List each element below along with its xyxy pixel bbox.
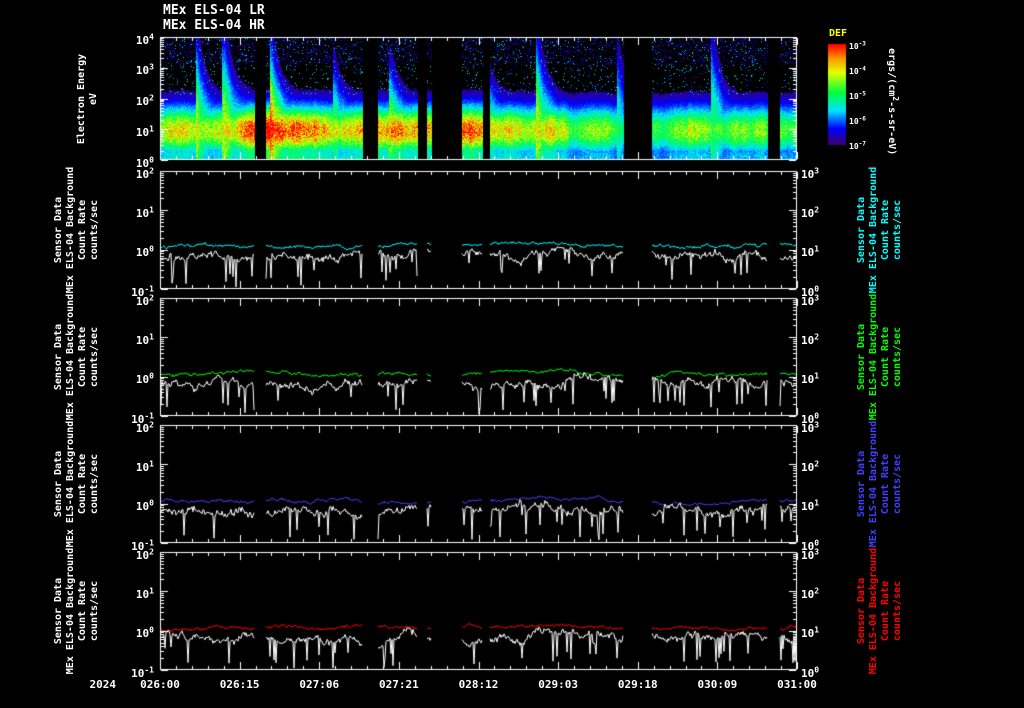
axis-label-line: Sensor Data xyxy=(53,577,64,645)
axis-label-line: MEx ELS-04 Background xyxy=(65,293,76,421)
labels-overlay: MEx ELS-04 LR MEx ELS-04 HR 2024 DEF erg… xyxy=(0,0,1024,708)
axis-label-line: Sensor Data xyxy=(53,450,64,518)
plot-window: MEx ELS-04 LR MEx ELS-04 HR 2024 DEF erg… xyxy=(0,0,1024,708)
spectrogram-y-axis-label: Electron Energy eV xyxy=(76,34,100,164)
axis-label-line: Sensor Data xyxy=(856,450,867,518)
panel-right-axis-label: Sensor Data MEx ELS-04 Background Count Ra… xyxy=(856,165,904,295)
axis-label-line: MEx ELS-04 Background xyxy=(65,420,76,548)
panel-y-tick-label-right: 102 xyxy=(801,205,820,220)
panel-y-tick-label-right: 103 xyxy=(801,293,820,308)
axis-label-line: Electron Energy xyxy=(76,53,87,144)
axis-label-line: Sensor Data xyxy=(856,577,867,645)
colorbar-tick-label: 10-3 xyxy=(849,40,866,51)
panel-y-tick-label-right: 101 xyxy=(801,498,820,514)
panel-right-axis-label: Sensor Data MEx ELS-04 Background Count Ra… xyxy=(856,419,904,549)
axis-label-line: counts/sec xyxy=(89,453,100,515)
panel-left-axis-label: Sensor Data MEx ELS-04 Background Count Ra… xyxy=(53,546,101,676)
spectrogram-y-tick-label: 102 xyxy=(135,93,154,109)
panel-y-tick-label-left: 100 xyxy=(135,371,154,387)
axis-label-line: MEx ELS-04 Background xyxy=(868,166,879,294)
colorbar-tick-label: 10-4 xyxy=(849,65,866,76)
axis-label-line: counts/sec xyxy=(89,326,100,388)
axis-label-line: Count Rate xyxy=(77,580,88,642)
panel-y-tick-label-left: 100 xyxy=(135,625,154,641)
axis-label-line: Count Rate xyxy=(880,326,891,388)
x-axis-tick-label: 028:12 xyxy=(458,678,499,691)
panel-y-tick-label-left: 102 xyxy=(135,547,154,562)
panel-y-tick-label-right: 101 xyxy=(801,625,820,641)
panel-y-tick-label-right: 102 xyxy=(801,332,820,347)
x-axis-tick-label: 029:03 xyxy=(538,678,578,691)
axis-label-line: counts/sec xyxy=(892,326,903,388)
axis-label-line: MEx ELS-04 Background xyxy=(868,547,879,675)
panel-y-tick-label-left: 100 xyxy=(135,498,154,514)
axis-label-line: Sensor Data xyxy=(856,196,867,264)
x-axis-tick-label: 027:21 xyxy=(379,678,419,691)
panel-y-tick-label-left: 100 xyxy=(135,244,154,260)
panel-y-tick-label-right: 101 xyxy=(801,371,820,387)
colorbar-tick-label: 10-7 xyxy=(849,140,866,151)
axis-label-line: MEx ELS-04 Background xyxy=(65,547,76,675)
axis-label-line: eV xyxy=(88,92,99,105)
panel-y-tick-label-left: 101 xyxy=(135,586,154,601)
x-axis-tick-label: 026:15 xyxy=(219,678,260,691)
axis-label-line: counts/sec xyxy=(892,580,903,642)
x-axis-tick-label: 029:18 xyxy=(617,678,658,691)
axis-label-line: Sensor Data xyxy=(856,323,867,391)
axis-label-line: MEx ELS-04 Background xyxy=(65,166,76,294)
x-axis-tick-label: 030:09 xyxy=(697,678,738,691)
axis-label-line: Count Rate xyxy=(880,453,891,515)
x-axis-tick-label: 027:06 xyxy=(299,678,340,691)
panel-y-tick-label-left: 101 xyxy=(135,459,154,474)
axis-label-line: Sensor Data xyxy=(53,323,64,391)
plot-title-lr: MEx ELS-04 LR xyxy=(163,3,265,18)
panel-y-tick-label-right: 103 xyxy=(801,420,820,435)
panel-y-tick-label-right: 102 xyxy=(801,459,820,474)
axis-label-line: Count Rate xyxy=(77,326,88,388)
panel-y-tick-label-left: 101 xyxy=(135,332,154,347)
colorbar-tick-label: 10-5 xyxy=(849,90,866,101)
panel-y-tick-label-right: 103 xyxy=(801,547,820,562)
spectrogram-screen: { "titles": { "line1": "MEx ELS-04 LR", … xyxy=(0,0,1024,708)
panel-y-tick-label-left: 102 xyxy=(135,420,154,435)
axis-label-line: MEx ELS-04 Background xyxy=(868,293,879,421)
spectrogram-y-tick-label: 103 xyxy=(135,62,154,78)
axis-label-line: counts/sec xyxy=(892,453,903,515)
spectrogram-y-tick-label: 101 xyxy=(135,124,154,139)
axis-label-line: counts/sec xyxy=(89,580,100,642)
axis-label-line: Count Rate xyxy=(880,199,891,261)
panel-right-axis-label: Sensor Data MEx ELS-04 Background Count Ra… xyxy=(856,292,904,422)
axis-label-line: counts/sec xyxy=(892,199,903,261)
plot-title-hr: MEx ELS-04 HR xyxy=(163,18,265,33)
axis-label-line: counts/sec xyxy=(89,199,100,261)
x-axis-tick-label: 031:00 xyxy=(777,678,817,691)
axis-label-line: Count Rate xyxy=(880,580,891,642)
axis-label-line: Count Rate xyxy=(77,199,88,261)
axis-label-line: MEx ELS-04 Background xyxy=(868,420,879,548)
colorbar-tick-label: 10-6 xyxy=(849,115,866,126)
panel-y-tick-label-right: 101 xyxy=(801,244,820,260)
panel-right-axis-label: Sensor Data MEx ELS-04 Background Count Ra… xyxy=(856,546,904,676)
axis-label-line: Sensor Data xyxy=(53,196,64,264)
x-axis-tick-label: 026:00 xyxy=(140,678,180,691)
spectrogram-y-tick-label: 104 xyxy=(135,32,154,47)
panel-left-axis-label: Sensor Data MEx ELS-04 Background Count Ra… xyxy=(53,292,101,422)
panel-left-axis-label: Sensor Data MEx ELS-04 Background Count Ra… xyxy=(53,419,101,549)
panel-y-tick-label-right: 103 xyxy=(801,166,820,181)
panel-y-tick-label-left: 101 xyxy=(135,205,154,220)
panel-y-tick-label-left: 102 xyxy=(135,293,154,308)
panel-y-tick-label-right: 102 xyxy=(801,586,820,601)
axis-label-line: Count Rate xyxy=(77,453,88,515)
year-label: 2024 xyxy=(89,678,117,691)
panel-y-tick-label-left: 102 xyxy=(135,166,154,181)
panel-left-axis-label: Sensor Data MEx ELS-04 Background Count Ra… xyxy=(53,165,101,295)
